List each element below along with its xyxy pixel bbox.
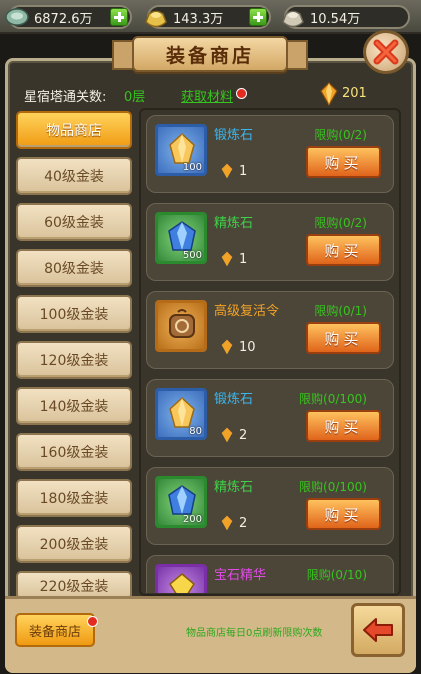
list-item: 100 锻炼石 1 限购(0/2) 购买	[146, 115, 394, 193]
tab-level-60[interactable]: 60级金装	[16, 203, 132, 241]
silver-resource: 10.54万	[282, 5, 410, 29]
purchase-limit: 限购(0/100)	[299, 392, 367, 406]
list-item: 80 锻炼石 2 限购(0/100) 购买	[146, 379, 394, 457]
item-price: 2	[221, 427, 247, 443]
item-name: 精炼石	[214, 480, 254, 495]
jade-resource: 6872.6万	[5, 5, 132, 29]
item-name: 锻炼石	[214, 128, 254, 143]
info-row: 星宿塔通关数: 0层 获取材料 201	[24, 82, 391, 107]
tab-level-100[interactable]: 100级金装	[16, 295, 132, 333]
buy-button[interactable]: 购买	[306, 234, 381, 266]
price-value: 2	[239, 515, 248, 531]
refining-stone-icon: 500	[155, 212, 207, 264]
item-name: 高级复活令	[214, 304, 280, 319]
tab-level-180[interactable]: 180级金装	[16, 479, 132, 517]
gold-resource: 143.3万	[145, 5, 271, 29]
purchase-limit: 限购(0/10)	[306, 568, 367, 582]
silver-ingot-icon	[280, 4, 306, 30]
price-value: 1	[239, 251, 248, 267]
tab-item-shop[interactable]: 物品商店	[16, 111, 132, 149]
item-price: 1	[221, 251, 247, 267]
forging-stone-icon: 80	[155, 388, 207, 440]
buy-button[interactable]: 购买	[306, 146, 381, 178]
price-value: 2	[239, 427, 248, 443]
item-list[interactable]: 100 锻炼石 1 限购(0/2) 购买 500 精炼石 1 限购(0/2) 购…	[142, 111, 398, 593]
gem-essence-icon	[155, 564, 207, 593]
close-icon	[373, 39, 399, 65]
purchase-limit: 限购(0/2)	[314, 128, 367, 142]
item-quantity: 500	[182, 250, 202, 261]
close-button[interactable]	[363, 30, 409, 74]
purchase-limit: 限购(0/1)	[314, 304, 367, 318]
buy-button[interactable]: 购买	[306, 322, 381, 354]
list-item: 高级复活令 10 限购(0/1) 购买	[146, 291, 394, 369]
back-button[interactable]	[351, 603, 405, 657]
silver-value: 10.54万	[310, 11, 361, 27]
list-item: 宝石精华 限购(0/10)	[146, 555, 394, 593]
shop-category-nav: 物品商店 40级金装 60级金装 80级金装 100级金装 120级金装 140…	[16, 111, 136, 609]
item-name: 锻炼石	[214, 392, 254, 407]
tab-level-160[interactable]: 160级金装	[16, 433, 132, 471]
price-value: 1	[239, 163, 248, 179]
gold-value: 143.3万	[173, 11, 224, 27]
crystal-currency-icon	[320, 82, 338, 110]
tab-level-80[interactable]: 80级金装	[16, 249, 132, 287]
resource-bar: 6872.6万 143.3万 10.54万	[0, 0, 421, 34]
item-price: 10	[221, 339, 256, 355]
refining-stone-icon: 200	[155, 476, 207, 528]
gold-ingot-icon	[143, 4, 169, 30]
item-price: 2	[221, 515, 247, 531]
notification-dot	[236, 88, 247, 99]
forging-stone-icon: 100	[155, 124, 207, 176]
page-title: 装备商店	[165, 44, 254, 67]
jade-value: 6872.6万	[34, 11, 93, 27]
buy-button[interactable]: 购买	[306, 410, 381, 442]
tab-level-40[interactable]: 40级金装	[16, 157, 132, 195]
add-jade-button[interactable]	[110, 8, 128, 26]
jade-coin-icon	[4, 4, 30, 30]
add-gold-button[interactable]	[249, 8, 267, 26]
shop-title-banner: 装备商店	[132, 36, 288, 72]
item-quantity: 80	[189, 426, 202, 437]
item-name: 宝石精华	[214, 568, 267, 583]
price-value: 10	[239, 339, 256, 355]
purchase-limit: 限购(0/100)	[299, 480, 367, 494]
tab-level-200[interactable]: 200级金装	[16, 525, 132, 563]
crystal-currency-icon	[221, 339, 233, 355]
currency-count: 201	[342, 86, 367, 101]
crystal-currency-icon	[221, 251, 233, 267]
tab-level-120[interactable]: 120级金装	[16, 341, 132, 379]
crystal-currency-icon	[221, 427, 233, 443]
purchase-limit: 限购(0/2)	[314, 216, 367, 230]
list-item: 500 精炼石 1 限购(0/2) 购买	[146, 203, 394, 281]
get-material-link[interactable]: 获取材料	[181, 86, 233, 105]
revive-token-icon	[155, 300, 207, 352]
buy-button[interactable]: 购买	[306, 498, 381, 530]
crystal-currency-icon	[221, 163, 233, 179]
list-item: 200 精炼石 2 限购(0/100) 购买	[146, 467, 394, 545]
tab-level-140[interactable]: 140级金装	[16, 387, 132, 425]
item-quantity: 200	[182, 514, 202, 525]
item-quantity: 100	[182, 162, 202, 173]
back-arrow-icon	[363, 618, 393, 642]
tower-value: 0层	[124, 90, 146, 105]
item-price: 1	[221, 163, 247, 179]
equipment-shop-notification-dot	[87, 616, 98, 627]
tower-label: 星宿塔通关数:	[24, 90, 107, 105]
refresh-note: 物品商店每日0点刷新限购次数	[186, 628, 323, 639]
equipment-shop-tab[interactable]: 装备商店	[15, 613, 95, 647]
crystal-currency-icon	[221, 515, 233, 531]
item-name: 精炼石	[214, 216, 254, 231]
